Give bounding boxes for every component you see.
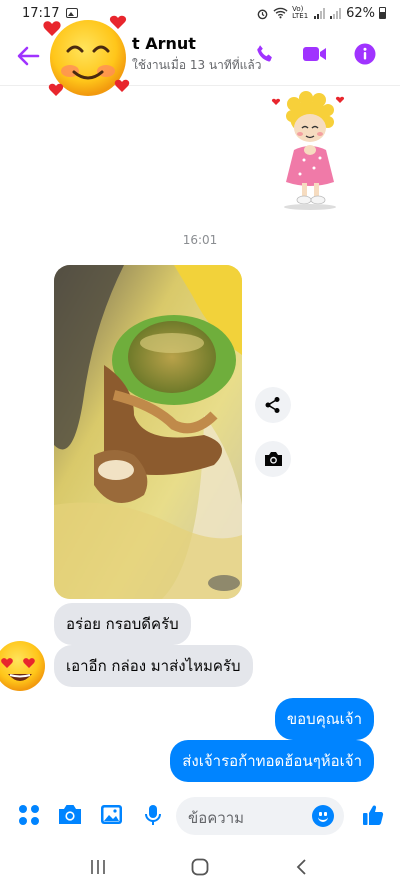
sticker-image[interactable] xyxy=(264,88,354,212)
photo-message[interactable] xyxy=(54,265,242,599)
battery-icon xyxy=(379,7,386,19)
message-input-placeholder: ข้อความ xyxy=(188,809,245,827)
contact-name: t Arnut xyxy=(132,34,196,53)
wifi-icon xyxy=(273,7,288,19)
header-actions xyxy=(254,43,376,65)
phone-icon[interactable] xyxy=(254,43,276,65)
camera-icon xyxy=(264,452,282,466)
emoji-icon[interactable] xyxy=(312,805,334,827)
mic-icon[interactable] xyxy=(144,804,162,826)
outgoing-message[interactable]: ขอบคุณเจ้า xyxy=(274,698,374,740)
contact-info[interactable]: t Arnut ใช้งานเมื่อ 13 นาทีที่แล้ว xyxy=(132,34,262,75)
contact-avatar-emoji[interactable] xyxy=(42,14,132,102)
status-right: Vo) LTE1 62% xyxy=(256,6,386,21)
recent-apps-icon[interactable] xyxy=(89,858,107,876)
contact-active-status: ใช้งานเมื่อ 13 นาทีที่แล้ว xyxy=(132,58,262,72)
share-icon xyxy=(265,397,280,413)
image-icon[interactable] xyxy=(100,804,123,825)
incoming-message[interactable]: เอาอีก กล่อง มาส่งไหมครับ xyxy=(54,645,253,687)
share-button[interactable] xyxy=(255,387,291,423)
battery-percent: 62% xyxy=(346,5,375,21)
camera-reply-button[interactable] xyxy=(255,441,291,477)
message-input[interactable]: ข้อความ xyxy=(176,797,344,835)
network-label: Vo) LTE1 xyxy=(292,5,309,20)
messenger-chat-screen: 17:17 Vo) LTE1 62% t Arnut ใช้งานเมื่อ 1… xyxy=(0,0,400,892)
chat-timestamp: 16:01 xyxy=(182,233,218,247)
alarm-icon xyxy=(257,9,268,19)
info-icon[interactable] xyxy=(354,43,376,65)
system-nav-bar xyxy=(0,842,400,892)
signal-2-icon xyxy=(330,7,342,19)
signal-1-icon xyxy=(314,7,326,19)
camera-icon[interactable] xyxy=(58,804,82,825)
back-arrow-icon[interactable] xyxy=(14,42,42,70)
incoming-message[interactable]: อร่อย กรอบดีครับ xyxy=(54,603,191,645)
apps-icon[interactable] xyxy=(18,804,40,826)
home-icon[interactable] xyxy=(190,857,210,877)
back-nav-icon[interactable] xyxy=(293,858,311,876)
video-icon[interactable] xyxy=(302,44,328,64)
sender-avatar-emoji[interactable] xyxy=(0,638,46,694)
outgoing-message[interactable]: ส่งเจ้ารอก้าทอดฮ้อนๆห้อเจ้า xyxy=(170,740,374,782)
like-icon[interactable] xyxy=(362,804,384,826)
